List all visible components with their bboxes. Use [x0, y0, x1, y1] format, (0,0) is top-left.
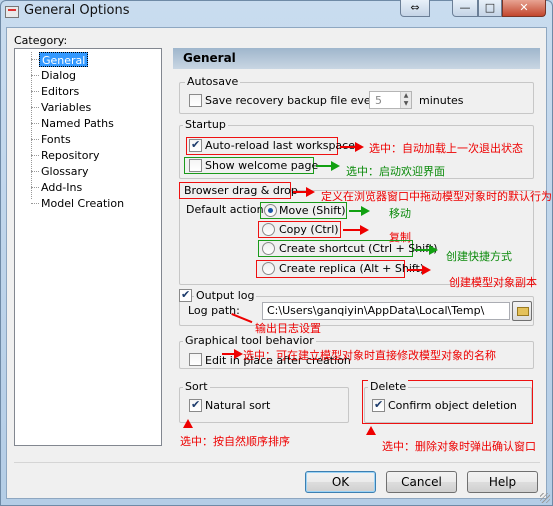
annotation-create-replica: 创建模型对象副本: [449, 276, 537, 289]
arrowhead-icon: [361, 206, 370, 216]
log-path-label: Log path:: [188, 304, 240, 317]
graphical-group-label: Graphical tool behavior: [183, 334, 316, 347]
annotation-arrow: [407, 269, 422, 271]
create-replica-radio[interactable]: [262, 262, 275, 275]
autosave-checkbox[interactable]: [189, 94, 202, 107]
annotation-create-shortcut: 创建快捷方式: [446, 250, 512, 263]
create-shortcut-label: Create shortcut (Ctrl + Shift): [279, 242, 438, 255]
browser-drag-group-label: Browser drag & drop: [184, 184, 298, 197]
annotation-show-welcome: 选中：启动欢迎界面: [346, 165, 445, 178]
tree-connector: [31, 187, 39, 188]
tree-connector: [31, 139, 39, 140]
divider: [14, 462, 540, 463]
close-button[interactable]: ✕: [502, 0, 546, 17]
natural-sort-checkbox[interactable]: [189, 398, 202, 412]
annotation-arrow: [293, 191, 306, 193]
maximize-button[interactable]: □: [478, 0, 502, 17]
tree-item-variables[interactable]: Variables: [39, 100, 93, 115]
arrowhead-icon: [422, 265, 431, 275]
create-replica-label: Create replica (Alt + Shift): [279, 262, 425, 275]
natural-sort-label: Natural sort: [205, 399, 271, 412]
edit-in-place-checkbox[interactable]: [189, 353, 202, 366]
annotation-auto-reload: 选中：自动加载上一次退出状态: [369, 142, 523, 155]
output-log-checkbox[interactable]: [179, 288, 192, 302]
minimize-button[interactable]: —: [452, 0, 478, 17]
browse-folder-button[interactable]: [512, 301, 532, 321]
restore-size-button[interactable]: ⇔: [400, 0, 430, 17]
annotation-natural-sort: 选中：按自然顺序排序: [180, 435, 290, 448]
auto-reload-checkbox[interactable]: [189, 138, 202, 152]
panel-title: General: [173, 48, 540, 69]
show-welcome-checkbox[interactable]: [189, 159, 202, 172]
autosave-unit-label: minutes: [419, 94, 464, 107]
annotation-arrow: [349, 210, 361, 212]
confirm-delete-label: Confirm object deletion: [388, 399, 517, 412]
autosave-label: Save recovery backup file every: [205, 94, 382, 107]
spin-down-icon[interactable]: ▼: [400, 100, 411, 108]
annotation-arrow: [415, 249, 429, 251]
move-radio[interactable]: [264, 204, 277, 217]
copy-label: Copy (Ctrl): [279, 223, 339, 236]
help-button[interactable]: Help: [467, 471, 538, 493]
annotation-arrow: [343, 229, 360, 231]
move-label: Move (Shift): [279, 204, 346, 217]
window-title: General Options: [24, 3, 130, 18]
default-action-label: Default action:: [186, 203, 268, 216]
tree-item-glossary[interactable]: Glossary: [39, 164, 91, 179]
arrowhead-icon: [306, 187, 315, 197]
auto-reload-label: Auto-reload last workspace: [205, 139, 355, 152]
category-label: Category:: [14, 34, 68, 47]
annotation-edit-in-place: 选中：可在建立模型对象时直接修改模型对象的名称: [243, 349, 496, 362]
tree-connector: [31, 107, 39, 108]
tree-connector: [31, 171, 39, 172]
arrowhead-icon: [366, 426, 376, 435]
arrowhead-icon: [355, 142, 364, 152]
arrowhead-icon: [360, 225, 369, 235]
tree-connector: [31, 123, 39, 124]
tree-item-fonts[interactable]: Fonts: [39, 132, 73, 147]
annotation-arrow: [222, 353, 234, 355]
log-path-input[interactable]: C:\Users\ganqiyin\AppData\Local\Temp\: [262, 302, 510, 320]
tree-connector: [31, 91, 39, 92]
tree-item-add-ins[interactable]: Add-Ins: [39, 180, 84, 195]
arrowhead-icon: [234, 349, 243, 359]
title-bar[interactable]: General Options ⇔ — □ ✕: [0, 0, 553, 26]
app-icon: [5, 6, 19, 18]
output-log-label: Output log: [194, 289, 257, 303]
delete-group-label: Delete: [368, 380, 409, 393]
autosave-group-label: Autosave: [185, 75, 241, 88]
tree-item-editors[interactable]: Editors: [39, 84, 81, 99]
tree-connector: [31, 75, 39, 76]
tree-item-dialog[interactable]: Dialog: [39, 68, 78, 83]
arrowhead-icon: [429, 245, 438, 255]
autosave-interval-spinner[interactable]: 5 ▲ ▼: [369, 91, 412, 109]
tree-connector: [31, 59, 39, 60]
annotation-move: 移动: [389, 207, 411, 220]
tree-connector: [31, 155, 39, 156]
cancel-button[interactable]: Cancel: [386, 471, 457, 493]
arrowhead-icon: [331, 161, 340, 171]
spin-up-icon[interactable]: ▲: [400, 92, 411, 100]
tree-item-model-creation[interactable]: Model Creation: [39, 196, 126, 211]
annotation-arrow: [340, 146, 355, 148]
confirm-delete-checkbox[interactable]: [372, 398, 385, 412]
sort-group-label: Sort: [183, 380, 210, 393]
tree-item-general[interactable]: General: [39, 52, 89, 67]
arrowhead-icon: [183, 419, 193, 428]
copy-radio[interactable]: [262, 223, 275, 236]
annotation-confirm-delete: 选中：删除对象时弹出确认窗口: [382, 440, 536, 453]
show-welcome-label: Show welcome page: [205, 159, 319, 172]
ok-button[interactable]: OK: [305, 471, 376, 493]
resize-grip-icon[interactable]: [540, 493, 550, 503]
tree-item-repository[interactable]: Repository: [39, 148, 102, 163]
autosave-interval-value: 5: [375, 94, 382, 107]
startup-group-label: Startup: [183, 118, 228, 131]
create-shortcut-radio[interactable]: [262, 242, 275, 255]
tree-connector: [31, 203, 39, 204]
annotation-browser-drag: 定义在浏览器窗口中拖动模型对象时的默认行为: [321, 190, 552, 203]
annotation-arrow: [316, 165, 331, 167]
tree-item-named-paths[interactable]: Named Paths: [39, 116, 116, 131]
